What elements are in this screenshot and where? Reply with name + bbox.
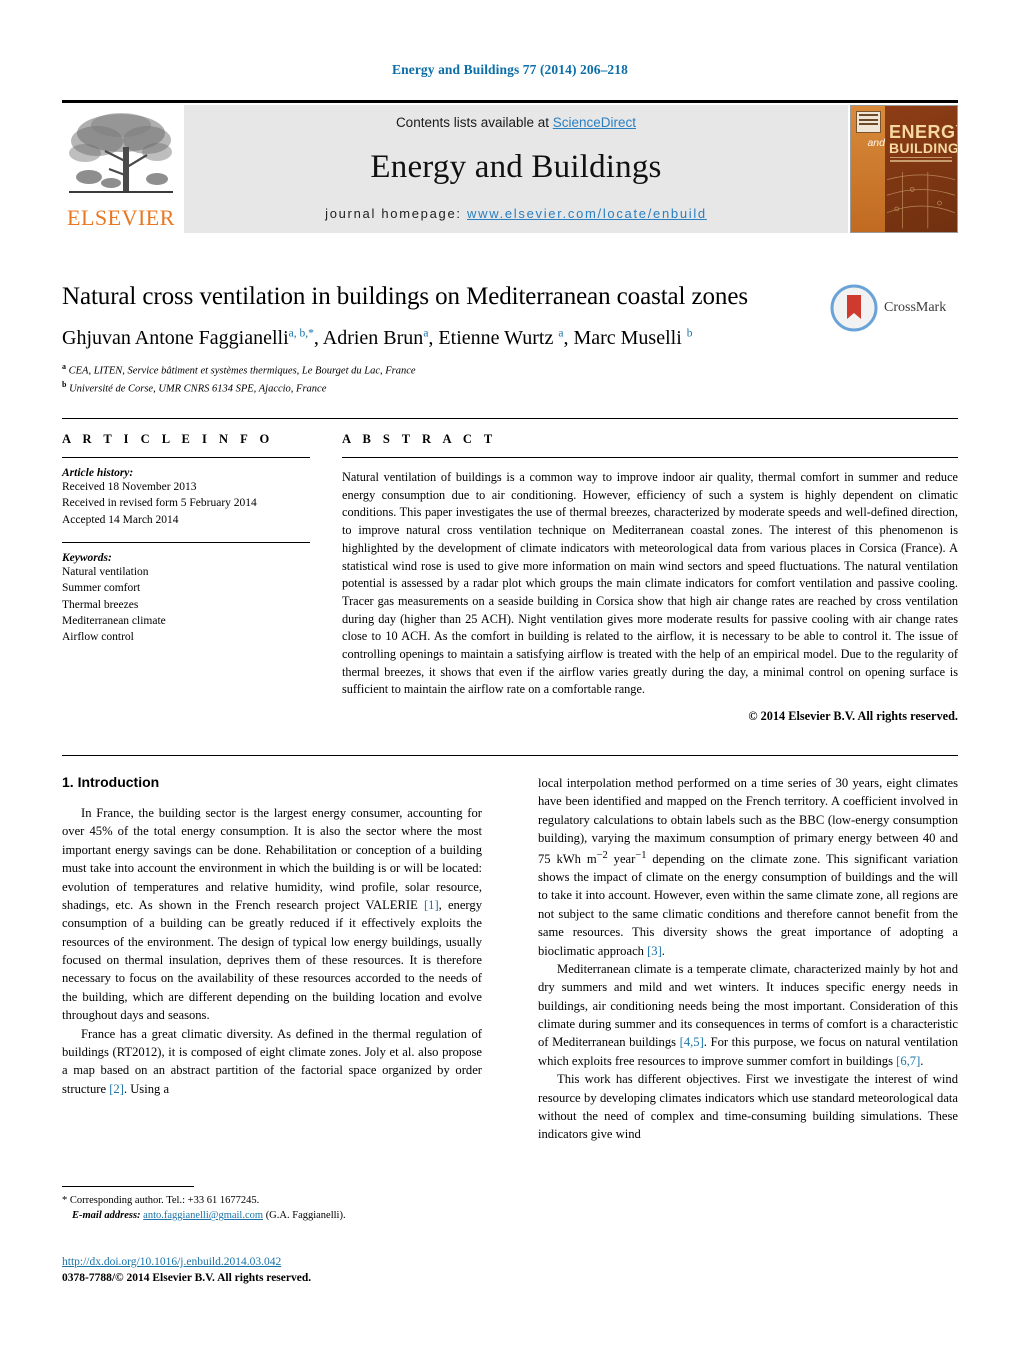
author-list: Ghjuvan Antone Faggianellia, b,*, Adrien… <box>62 326 693 349</box>
paragraph: In France, the building sector is the la… <box>62 806 482 1023</box>
cover-buildings-text: BUILDINGS <box>889 139 958 156</box>
footnote-rule <box>62 1186 194 1187</box>
keyword-item: Natural ventilation <box>62 565 149 578</box>
paragraph: This work has different objectives. Firs… <box>538 1072 958 1142</box>
homepage-prefix: journal homepage: <box>325 205 468 221</box>
affiliation-a: a CEA, LITEN, Service bâtiment et systèm… <box>62 361 822 379</box>
affiliation-text-a: CEA, LITEN, Service bâtiment et systèmes… <box>68 365 416 376</box>
doi-link[interactable]: http://dx.doi.org/10.1016/j.enbuild.2014… <box>62 1256 281 1268</box>
keyword-item: Mediterranean climate <box>62 614 166 627</box>
cover-subtitle-lines <box>890 156 952 164</box>
body-columns: 1. Introduction In France, the building … <box>62 774 958 1144</box>
article-info-column: A R T I C L E I N F O Article history: R… <box>62 432 310 646</box>
page-title: Natural cross ventilation in buildings o… <box>62 283 748 310</box>
footer-doi-block: http://dx.doi.org/10.1016/j.enbuild.2014… <box>62 1252 562 1284</box>
elsevier-logo: ELSEVIER <box>62 104 180 233</box>
abstract-bottom-rule <box>62 755 958 756</box>
section-title-introduction: 1. Introduction <box>62 774 160 790</box>
info-top-rule <box>62 418 958 419</box>
keywords-title: Keywords: <box>62 551 112 564</box>
crossmark-badge[interactable]: CrossMark <box>830 282 958 334</box>
body-column-left: 1. Introduction In France, the building … <box>62 774 482 1144</box>
running-head: Energy and Buildings 77 (2014) 206–218 <box>392 62 628 77</box>
affiliation-marker-b: b <box>62 380 67 390</box>
email-suffix: (G.A. Faggianelli). <box>263 1210 346 1222</box>
journal-title: Energy and Buildings <box>370 149 662 185</box>
paragraph: local interpolation method performed on … <box>538 776 958 958</box>
article-history-title: Article history: <box>62 467 134 479</box>
paper-page: Energy and Buildings 77 (2014) 206–218 E… <box>0 0 1020 1351</box>
info-divider <box>62 457 310 458</box>
crossmark-label: CrossMark <box>884 300 947 315</box>
contents-prefix: Contents lists available at <box>395 114 553 130</box>
body-column-right: local interpolation method performed on … <box>538 774 958 1144</box>
journal-masthead: ELSEVIER Contents lists available at Sci… <box>62 100 958 233</box>
paragraph: Mediterranean climate is a temperate cli… <box>538 961 958 1068</box>
email-label: E-mail address: <box>72 1210 141 1222</box>
footnote-corresponding: * Corresponding author. Tel.: +33 61 167… <box>62 1195 260 1206</box>
keyword-item: Summer comfort <box>62 582 141 595</box>
keyword-item: Thermal breezes <box>62 598 139 611</box>
journal-banner: Contents lists available at ScienceDirec… <box>184 104 848 233</box>
history-item: Received in revised form 5 February 2014 <box>62 497 257 510</box>
cover-publisher-badge <box>856 110 881 133</box>
author-email-link[interactable]: anto.faggianelli@gmail.com <box>143 1210 263 1221</box>
keyword-item: Airflow control <box>62 631 134 644</box>
keywords-block: Keywords: Natural ventilation Summer com… <box>62 541 310 646</box>
journal-homepage-line: journal homepage: www.elsevier.com/locat… <box>325 206 707 221</box>
footnote-email-line: E-mail address: anto.faggianelli@gmail.c… <box>62 1208 482 1223</box>
keywords-divider <box>62 541 310 543</box>
cover-diagram-icon <box>886 171 956 228</box>
history-item: Received 18 November 2013 <box>62 481 197 493</box>
abstract-divider <box>342 457 958 458</box>
elsevier-tree-icon <box>69 112 173 193</box>
journal-cover-thumbnail: and ENERGY BUILDINGS <box>850 104 958 233</box>
history-item: Accepted 14 March 2014 <box>62 513 179 526</box>
paragraph: France has a great climatic diversity. A… <box>62 1026 482 1096</box>
corresponding-author-footnote: * Corresponding author. Tel.: +33 61 167… <box>62 1186 482 1223</box>
contents-list-line: Contents lists available at ScienceDirec… <box>396 115 636 130</box>
article-info-heading: A R T I C L E I N F O <box>62 432 274 446</box>
issn-copyright: 0378-7788/© 2014 Elsevier B.V. All right… <box>62 1272 312 1284</box>
masthead-top-rule <box>62 100 958 103</box>
abstract-column: A B S T R A C T Natural ventilation of b… <box>342 432 958 724</box>
crossmark-icon <box>830 284 878 332</box>
elsevier-wordmark: ELSEVIER <box>67 204 175 230</box>
abstract-text: Natural ventilation of buildings is a co… <box>342 470 958 697</box>
affiliation-marker-a: a <box>62 361 66 371</box>
cover-and-text: and <box>867 136 885 149</box>
affiliation-b: b Université de Corse, UMR CNRS 6134 SPE… <box>62 379 822 397</box>
title-block: Natural cross ventilation in buildings o… <box>62 282 822 397</box>
affiliation-text-b: Université de Corse, UMR CNRS 6134 SPE, … <box>69 383 327 395</box>
journal-homepage-link[interactable]: www.elsevier.com/locate/enbuild <box>467 206 707 221</box>
abstract-heading: A B S T R A C T <box>342 432 497 446</box>
abstract-copyright: © 2014 Elsevier B.V. All rights reserved… <box>748 709 958 724</box>
sciencedirect-link[interactable]: ScienceDirect <box>553 115 636 130</box>
